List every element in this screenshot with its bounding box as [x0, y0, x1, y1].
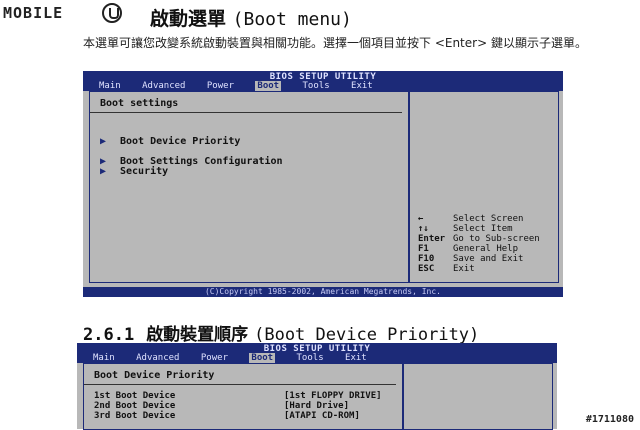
tab-tools[interactable]: Tools	[297, 353, 324, 363]
key-row-select-screen: ← Select Screen	[418, 214, 540, 224]
bios-main-panel: Boot Device Priority 1st Boot Device [1s…	[83, 363, 403, 430]
boot-device-label: 1st Boot Device	[94, 391, 176, 401]
submenu-arrow-icon: ▶	[100, 136, 107, 147]
tab-advanced[interactable]: Advanced	[136, 353, 179, 363]
key-desc: Save and Exit	[453, 254, 524, 264]
section-title-zh: 啟動裝置順序	[146, 325, 249, 345]
key-desc: General Help	[453, 244, 519, 254]
intro-paragraph: 本選單可讓您改變系統啟動裝置與相關功能。選擇一個項目並按下 <Enter> 鍵以…	[83, 36, 587, 50]
boot-device-value[interactable]: [1st FLOPPY DRIVE]	[284, 391, 382, 401]
key-row-f1: F1 General Help	[418, 244, 540, 254]
key-label: F10	[418, 254, 435, 264]
submenu-arrow-icon: ▶	[100, 166, 107, 177]
tab-tools[interactable]: Tools	[303, 81, 330, 91]
bios-help-panel	[403, 363, 553, 430]
boot-device-row[interactable]: 2nd Boot Device [Hard Drive]	[94, 401, 349, 411]
page-title: 啟動選單 (Boot menu)	[150, 4, 352, 31]
divider	[90, 112, 402, 113]
page-title-en: (Boot menu)	[232, 9, 352, 30]
logo-text: MOBILE	[3, 4, 64, 22]
key-desc: Select Screen	[453, 214, 524, 224]
key-desc: Exit	[453, 264, 475, 274]
menu-item-security[interactable]: ▶ Security	[100, 166, 168, 177]
watermark-id: #1711080	[585, 414, 634, 425]
key-desc: Select Item	[453, 224, 513, 234]
key-row-select-item: ↑↓ Select Item	[418, 224, 540, 234]
boot-device-value[interactable]: [Hard Drive]	[284, 401, 349, 411]
tab-boot[interactable]: Boot	[249, 353, 276, 363]
divider	[84, 384, 396, 385]
tab-main[interactable]: Main	[99, 81, 121, 91]
tab-power[interactable]: Power	[201, 353, 228, 363]
key-label: F1	[418, 244, 429, 254]
key-row-f10: F10 Save and Exit	[418, 254, 540, 264]
bios-help-panel: ← Select Screen ↑↓ Select Item Enter Go to …	[409, 91, 559, 283]
tab-advanced[interactable]: Advanced	[142, 81, 185, 91]
boot-device-value[interactable]: [ATAPI CD-ROM]	[284, 411, 360, 421]
tab-main[interactable]: Main	[93, 353, 115, 363]
boot-device-label: 3rd Boot Device	[94, 411, 176, 421]
bios-screen-boot-menu: BIOS SETUP UTILITY Main Advanced Power B…	[83, 71, 563, 297]
key-row-esc: ESC Exit	[418, 264, 540, 274]
menu-item-label: Security	[120, 166, 169, 177]
page-title-zh: 啟動選單	[150, 8, 227, 30]
key-legend: ← Select Screen ↑↓ Select Item Enter Go to …	[418, 214, 540, 274]
tab-power[interactable]: Power	[207, 81, 234, 91]
section-heading: 2.6.1 啟動裝置順序 (Boot Device Priority)	[83, 320, 479, 345]
section-title-en: (Boot Device Priority)	[254, 325, 480, 345]
boot-device-row[interactable]: 1st Boot Device [1st FLOPPY DRIVE]	[94, 391, 382, 401]
section-number: 2.6.1	[83, 325, 135, 345]
section-title: Boot settings	[100, 98, 179, 109]
key-desc: Go to Sub-screen	[453, 234, 540, 244]
logo-ring-icon	[102, 3, 122, 23]
boot-device-label: 2nd Boot Device	[94, 401, 176, 411]
menu-item-boot-device-priority[interactable]: ▶ Boot Device Priority	[100, 136, 240, 147]
bios-tab-bar: Main Advanced Power Boot Tools Exit	[93, 353, 383, 363]
bios-tab-bar: Main Advanced Power Boot Tools Exit	[99, 81, 389, 91]
tab-exit[interactable]: Exit	[345, 353, 367, 363]
boot-device-row[interactable]: 3rd Boot Device [ATAPI CD-ROM]	[94, 411, 360, 421]
key-label: Enter	[418, 234, 446, 244]
tab-boot[interactable]: Boot	[255, 81, 282, 91]
bios-copyright: (C)Copyright 1985-2002, American Megatre…	[83, 287, 563, 297]
section-title: Boot Device Priority	[94, 370, 215, 381]
bios-header: BIOS SETUP UTILITY Main Advanced Power B…	[77, 343, 557, 363]
key-label: ESC	[418, 264, 435, 274]
bios-screen-boot-device-priority: BIOS SETUP UTILITY Main Advanced Power B…	[77, 343, 557, 430]
menu-item-label: Boot Device Priority	[120, 136, 241, 147]
key-row-enter: Enter Go to Sub-screen	[418, 234, 540, 244]
mobile01-logo[interactable]: MOBILE	[3, 3, 131, 25]
up-down-arrow-icon: ↑↓	[418, 224, 429, 234]
bios-main-panel: Boot settings ▶ Boot Device Priority ▶ Boo…	[89, 91, 409, 283]
left-arrow-icon: ←	[418, 214, 424, 224]
bios-header: BIOS SETUP UTILITY Main Advanced Power B…	[83, 71, 563, 91]
tab-exit[interactable]: Exit	[351, 81, 373, 91]
